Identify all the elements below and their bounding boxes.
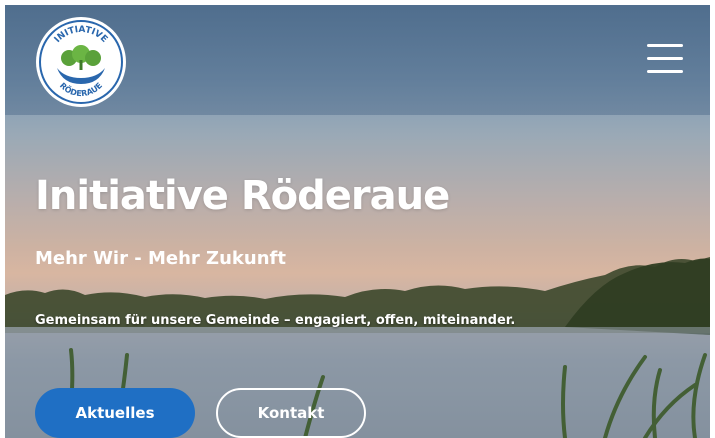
hero-subtitle: Mehr Wir - Mehr Zukunft <box>35 248 286 269</box>
hero-section: INITIATIVE RÖDERAUE Initiative Röderaue … <box>5 5 710 438</box>
menu-bar-top <box>647 44 683 47</box>
page-title: Initiative Röderaue <box>35 173 450 219</box>
menu-bar-middle <box>647 57 683 60</box>
initiative-roederaue-logo[interactable]: INITIATIVE RÖDERAUE <box>35 16 127 108</box>
hamburger-menu-icon[interactable] <box>647 44 683 74</box>
aktuelles-button[interactable]: Aktuelles <box>35 388 195 438</box>
kontakt-button[interactable]: Kontakt <box>216 388 366 438</box>
site-header: INITIATIVE RÖDERAUE <box>5 5 710 115</box>
menu-bar-bottom <box>647 70 683 73</box>
hero-tagline: Gemeinsam für unsere Gemeinde – engagier… <box>35 313 516 328</box>
